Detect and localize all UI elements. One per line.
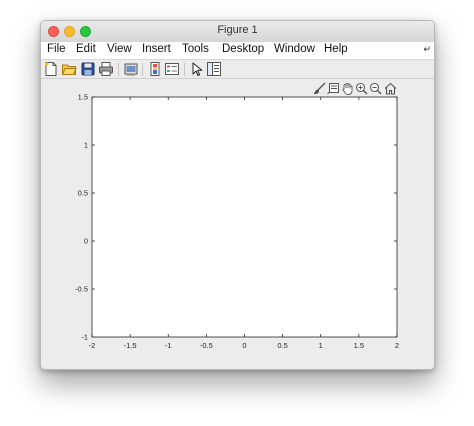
y-tick-label: 0 xyxy=(84,237,88,246)
x-tick-label: 0 xyxy=(242,341,246,350)
x-tick-label: -1 xyxy=(165,341,172,350)
y-tick-label: 0.5 xyxy=(78,189,88,198)
x-tick-label: -2 xyxy=(89,341,96,350)
y-tick-label: -0.5 xyxy=(75,285,88,294)
x-tick-label: 0.5 xyxy=(277,341,287,350)
axes-box[interactable] xyxy=(91,96,398,338)
y-tick-label: 1 xyxy=(84,141,88,150)
y-tick-label: -1 xyxy=(81,333,88,342)
y-tick-label: 1.5 xyxy=(78,93,88,102)
x-tick-label: -0.5 xyxy=(200,341,213,350)
figure-window: Figure 1 File Edit View Insert Tools Des… xyxy=(40,20,435,370)
x-tick-label: -1.5 xyxy=(124,341,137,350)
x-tick-label: 1 xyxy=(319,341,323,350)
plot-area[interactable]: -2 -1.5 -1 -0.5 0 0.5 1 1.5 2 -1 -0.5 0 0.5 1 1.5 xyxy=(41,21,435,370)
x-tick-label: 2 xyxy=(395,341,399,350)
x-tick-label: 1.5 xyxy=(354,341,364,350)
